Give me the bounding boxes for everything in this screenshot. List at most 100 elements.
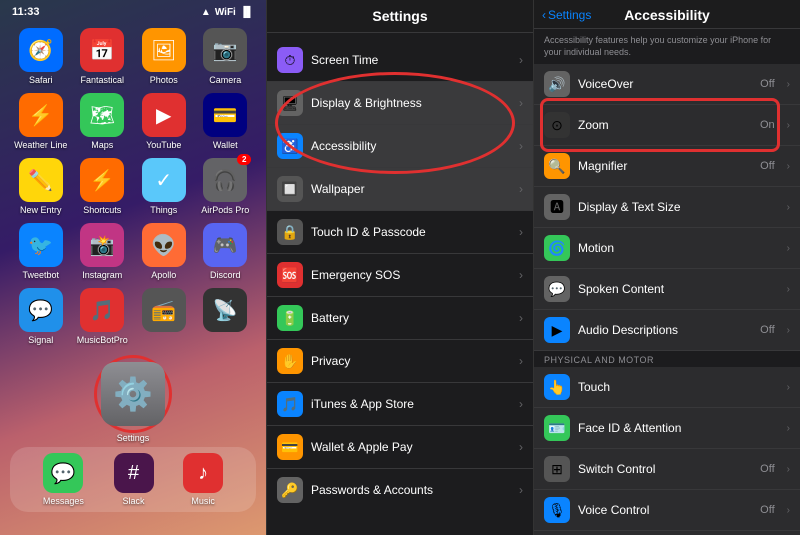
dock-app-label: Music — [191, 496, 215, 506]
app-icon[interactable]: ⚡ Weather Line — [14, 93, 68, 150]
app-icon-image: 🗺 — [80, 93, 124, 137]
row-arrow-icon: › — [519, 483, 523, 497]
row-label: Battery — [311, 311, 511, 325]
accessibility-row[interactable]: 🔍 Magnifier Off › — [534, 146, 800, 187]
app-label: MusicBotPro — [77, 335, 128, 345]
row-icon: 🔑 — [277, 477, 303, 503]
accessibility-physical-row[interactable]: ⬜ Side Button › — [534, 531, 800, 535]
dock-icon-image: ♪ — [183, 453, 223, 493]
row-icon: 💳 — [277, 434, 303, 460]
app-icon[interactable]: ✓ Things — [137, 158, 191, 215]
acc-physical-row-label: Face ID & Attention — [578, 421, 779, 435]
accessibility-rows-top: 🔊 VoiceOver Off › ⊙ Zoom On › 🔍 Magnifie… — [534, 64, 800, 351]
signal-icon: ▲ — [201, 7, 211, 18]
row-icon: 🔲 — [277, 176, 303, 202]
row-icon: ♿ — [277, 133, 303, 159]
app-icon-image: 🧭 — [19, 28, 63, 72]
acc-row-label: Zoom — [578, 118, 752, 132]
app-icon-image: 📷 — [203, 28, 247, 72]
app-icon[interactable]: 🎧 2 AirPods Pro — [199, 158, 253, 215]
dock-app-icon[interactable]: 💬 Messages — [43, 453, 84, 506]
dock-app-icon[interactable]: ♪ Music — [183, 453, 223, 506]
app-icon-image: ✏️ — [19, 158, 63, 202]
app-icon[interactable]: ✏️ New Entry — [14, 158, 68, 215]
app-icon[interactable]: ▶ YouTube — [137, 93, 191, 150]
row-arrow-icon: › — [519, 440, 523, 454]
accessibility-row[interactable]: 🔊 VoiceOver Off › — [534, 64, 800, 105]
settings-row[interactable]: ♿ Accessibility › — [267, 125, 533, 168]
settings-rows: ⏱ Screen Time › 🖥 Display & Brightness ›… — [267, 39, 533, 511]
acc-row-value: Off — [760, 78, 774, 90]
accessibility-physical-row[interactable]: 🪪 Face ID & Attention › — [534, 408, 800, 449]
acc-row-arrow-icon: › — [787, 161, 790, 172]
app-icon[interactable]: ⚡ Shortcuts — [76, 158, 130, 215]
app-icon[interactable]: 💬 Signal — [14, 288, 68, 345]
settings-row[interactable]: 🎵 iTunes & App Store › — [267, 383, 533, 426]
settings-circle-ring: ⚙️ — [94, 355, 172, 433]
settings-row[interactable]: 🆘 Emergency SOS › — [267, 254, 533, 297]
accessibility-rows-physical: 👆 Touch › 🪪 Face ID & Attention › ⊞ Swit… — [534, 367, 800, 535]
app-icon[interactable]: 👽 Apollo — [137, 223, 191, 280]
acc-row-icon: 🔊 — [544, 71, 570, 97]
home-screen-panel: 11:33 ▲ WiFi ▐▌ 🧭 Safari 📅 Fantastical 🖼… — [0, 0, 266, 535]
status-bar: 11:33 ▲ WiFi ▐▌ — [0, 0, 266, 20]
row-arrow-icon: › — [519, 96, 523, 110]
app-icon[interactable]: 📷 Camera — [199, 28, 253, 85]
accessibility-row[interactable]: 🅰 Display & Text Size › — [534, 187, 800, 228]
acc-row-label: Motion — [578, 241, 779, 255]
app-icon[interactable]: 🗺 Maps — [76, 93, 130, 150]
app-icon[interactable]: 🎮 Discord — [199, 223, 253, 280]
app-icon[interactable]: 💳 Wallet — [199, 93, 253, 150]
acc-row-icon: 🔍 — [544, 153, 570, 179]
acc-row-label: Magnifier — [578, 159, 752, 173]
acc-row-arrow-icon: › — [787, 243, 790, 254]
row-arrow-icon: › — [519, 53, 523, 67]
acc-physical-row-icon: 🎙 — [544, 497, 570, 523]
row-icon: 🖥 — [277, 90, 303, 116]
accessibility-row[interactable]: 💬 Spoken Content › — [534, 269, 800, 310]
app-icon[interactable]: 🖼 Photos — [137, 28, 191, 85]
app-label: Wallet — [213, 140, 238, 150]
row-icon: ⏱ — [277, 47, 303, 73]
settings-row[interactable]: 🔑 Passwords & Accounts › — [267, 469, 533, 511]
app-icon-image: ✓ — [142, 158, 186, 202]
dock-app-icon[interactable]: # Slack — [114, 453, 154, 506]
settings-row[interactable]: 🔋 Battery › — [267, 297, 533, 340]
app-icon[interactable]: 🐦 Tweetbot — [14, 223, 68, 280]
accessibility-physical-row[interactable]: 👆 Touch › — [534, 367, 800, 408]
app-icon[interactable]: 📸 Instagram — [76, 223, 130, 280]
acc-physical-row-arrow-icon: › — [787, 423, 790, 434]
accessibility-physical-row[interactable]: 🎙 Voice Control Off › — [534, 490, 800, 531]
app-label: Photos — [150, 75, 178, 85]
acc-row-icon: 🅰 — [544, 194, 570, 220]
settings-row[interactable]: 🖥 Display & Brightness › — [267, 82, 533, 125]
acc-row-value: Off — [760, 160, 774, 172]
app-label: Maps — [91, 140, 113, 150]
settings-highlight[interactable]: ⚙️ Settings — [88, 355, 178, 443]
app-icon[interactable]: 📅 Fantastical — [76, 28, 130, 85]
row-label: Touch ID & Passcode — [311, 225, 511, 239]
accessibility-row[interactable]: ⊙ Zoom On › — [534, 105, 800, 146]
row-arrow-icon: › — [519, 139, 523, 153]
accessibility-row[interactable]: ▶ Audio Descriptions Off › — [534, 310, 800, 351]
back-button[interactable]: ‹ Settings — [542, 8, 591, 22]
acc-row-label: VoiceOver — [578, 77, 752, 91]
settings-row[interactable]: 💳 Wallet & Apple Pay › — [267, 426, 533, 469]
acc-physical-row-icon: 🪪 — [544, 415, 570, 441]
app-icon[interactable]: 📻 — [137, 288, 191, 345]
accessibility-physical-row[interactable]: ⊞ Switch Control Off › — [534, 449, 800, 490]
settings-row[interactable]: 🔒 Touch ID & Passcode › — [267, 211, 533, 254]
app-label: Things — [150, 205, 177, 215]
app-label: Tweetbot — [22, 270, 59, 280]
accessibility-row[interactable]: 🌀 Motion › — [534, 228, 800, 269]
app-label: YouTube — [146, 140, 181, 150]
app-icon[interactable]: 📡 — [199, 288, 253, 345]
row-label: Emergency SOS — [311, 268, 511, 282]
settings-row[interactable]: ✋ Privacy › — [267, 340, 533, 383]
app-icon[interactable]: 🧭 Safari — [14, 28, 68, 85]
acc-row-icon: 🌀 — [544, 235, 570, 261]
settings-row[interactable]: ⏱ Screen Time › — [267, 39, 533, 82]
settings-row[interactable]: 🔲 Wallpaper › — [267, 168, 533, 211]
acc-row-label: Display & Text Size — [578, 200, 779, 214]
app-icon[interactable]: 🎵 MusicBotPro — [76, 288, 130, 345]
